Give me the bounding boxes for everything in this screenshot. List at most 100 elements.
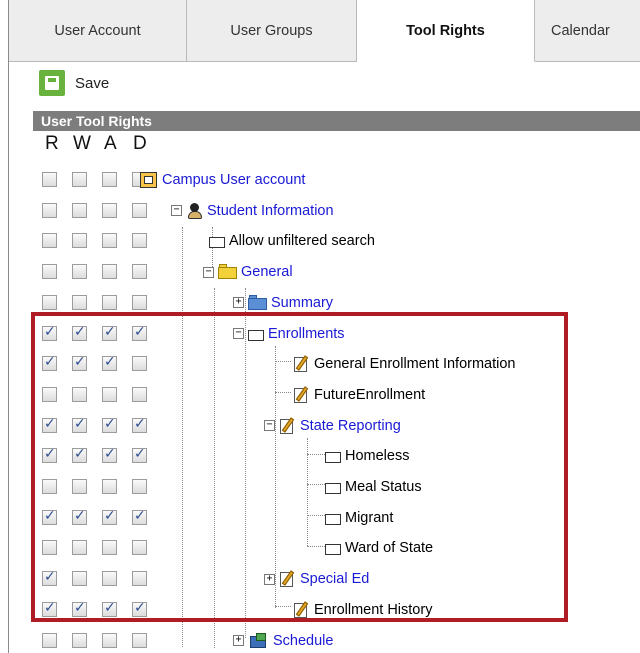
add-checkbox[interactable] [102, 172, 117, 187]
add-checkbox[interactable] [102, 479, 117, 494]
add-checkbox[interactable] [102, 508, 117, 525]
tree-node-label[interactable]: State Reporting [300, 418, 401, 434]
delete-checkbox[interactable] [132, 324, 147, 341]
read-checkbox[interactable] [42, 479, 57, 494]
write-checkbox[interactable] [72, 264, 87, 280]
delete-checkbox[interactable] [132, 632, 147, 648]
save-button[interactable]: Save [39, 70, 109, 96]
add-checkbox[interactable] [102, 324, 117, 341]
note-icon [293, 386, 311, 404]
write-checkbox[interactable] [72, 324, 87, 341]
collapse-icon[interactable]: − [171, 205, 182, 217]
read-checkbox[interactable] [42, 386, 57, 402]
tree-node-label[interactable]: Campus User account [162, 172, 305, 188]
tab-calendar[interactable]: Calendar [535, 0, 640, 62]
read-checkbox[interactable] [42, 632, 57, 648]
campus-icon [139, 171, 159, 189]
read-checkbox[interactable] [42, 172, 57, 187]
tab-user-account[interactable]: User Account [9, 0, 187, 62]
add-checkbox[interactable] [102, 233, 117, 249]
tree-node-label[interactable]: Enrollments [268, 326, 345, 342]
read-checkbox[interactable] [42, 416, 57, 433]
delete-checkbox[interactable] [132, 233, 147, 249]
delete-checkbox[interactable] [132, 356, 147, 372]
collapse-icon[interactable]: − [203, 266, 214, 278]
delete-checkbox[interactable] [132, 264, 147, 280]
write-checkbox[interactable] [72, 294, 87, 310]
person-icon [186, 202, 204, 220]
tree-node-label: Meal Status [345, 479, 422, 495]
tree-node-label[interactable]: Special Ed [300, 571, 369, 587]
write-checkbox[interactable] [72, 571, 87, 587]
write-checkbox[interactable] [72, 202, 87, 218]
delete-checkbox[interactable] [132, 294, 147, 310]
tree-node: Ward of State [325, 538, 433, 558]
tree-node-label: Homeless [345, 448, 410, 465]
read-checkbox[interactable] [42, 264, 57, 280]
add-checkbox[interactable] [102, 264, 117, 280]
delete-checkbox[interactable] [132, 416, 147, 433]
tree-node-label[interactable]: Summary [271, 295, 333, 311]
write-checkbox[interactable] [72, 540, 87, 556]
expand-icon[interactable]: + [264, 573, 275, 585]
delete-checkbox[interactable] [132, 540, 147, 556]
tree-row: Homeless [9, 440, 640, 471]
add-checkbox[interactable] [102, 416, 117, 433]
delete-checkbox[interactable] [132, 386, 147, 402]
expand-icon[interactable]: + [233, 635, 244, 646]
write-checkbox[interactable] [72, 508, 87, 525]
write-checkbox[interactable] [72, 632, 87, 648]
tree-row: − Enrollments [9, 318, 640, 349]
read-checkbox[interactable] [42, 294, 57, 310]
delete-checkbox[interactable] [132, 479, 147, 494]
add-checkbox[interactable] [102, 354, 117, 372]
read-checkbox[interactable] [42, 324, 57, 341]
add-checkbox[interactable] [102, 294, 117, 310]
delete-checkbox[interactable] [132, 508, 147, 525]
tree-node-label[interactable]: General [241, 264, 293, 280]
write-checkbox[interactable] [72, 233, 87, 249]
column-write: W [73, 133, 91, 154]
tree-node-label[interactable]: Schedule [273, 633, 333, 649]
tree-row: + Special Ed [9, 563, 640, 594]
add-checkbox[interactable] [102, 571, 117, 587]
tree-node-label[interactable]: Student Information [207, 203, 334, 219]
read-checkbox[interactable] [42, 508, 57, 525]
add-checkbox[interactable] [102, 202, 117, 218]
add-checkbox[interactable] [102, 386, 117, 402]
read-checkbox[interactable] [42, 569, 57, 587]
add-checkbox[interactable] [102, 600, 117, 617]
collapse-icon[interactable]: − [233, 328, 244, 339]
read-checkbox[interactable] [42, 540, 57, 556]
delete-checkbox[interactable] [132, 571, 147, 587]
read-checkbox[interactable] [42, 600, 57, 617]
write-checkbox[interactable] [72, 172, 87, 187]
write-checkbox[interactable] [72, 446, 87, 464]
write-checkbox[interactable] [72, 354, 87, 372]
read-checkbox[interactable] [42, 354, 57, 372]
add-checkbox[interactable] [102, 446, 117, 464]
read-checkbox[interactable] [42, 202, 57, 218]
delete-checkbox[interactable] [132, 202, 147, 218]
write-checkbox[interactable] [72, 416, 87, 433]
read-checkbox[interactable] [42, 233, 57, 249]
delete-checkbox[interactable] [132, 600, 147, 617]
tab-tool-rights[interactable]: Tool Rights [357, 0, 535, 62]
tree-node-label: Allow unfiltered search [229, 233, 375, 250]
tree-node: + Special Ed [264, 569, 369, 589]
tree-row: + Schedule [9, 625, 640, 653]
delete-checkbox[interactable] [132, 446, 147, 464]
tree-node: + Schedule [233, 631, 333, 651]
add-checkbox[interactable] [102, 540, 117, 556]
expand-icon[interactable]: + [233, 297, 244, 309]
write-checkbox[interactable] [72, 479, 87, 494]
tree-node-label: Migrant [345, 509, 394, 526]
tree-node-label: FutureEnrollment [314, 386, 426, 403]
read-checkbox[interactable] [42, 446, 57, 464]
collapse-icon[interactable]: − [264, 420, 275, 432]
tab-user-groups[interactable]: User Groups [187, 0, 357, 62]
write-checkbox[interactable] [72, 386, 87, 402]
tree-row: Campus User account [9, 164, 640, 195]
write-checkbox[interactable] [72, 600, 87, 617]
add-checkbox[interactable] [102, 632, 117, 648]
